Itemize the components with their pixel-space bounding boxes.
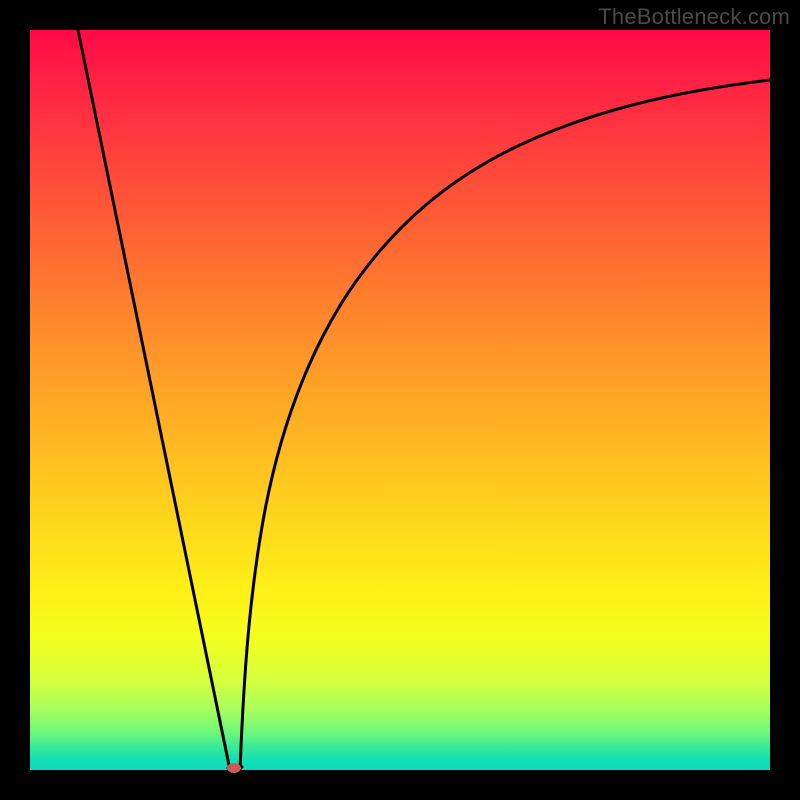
valley-marker [227,763,241,773]
outer-frame: TheBottleneck.com [0,0,800,800]
curve-left-branch [78,30,230,770]
plot-area [30,30,770,770]
attribution-text: TheBottleneck.com [598,4,790,30]
curve-right-branch [240,80,770,770]
curve-svg [30,30,770,770]
